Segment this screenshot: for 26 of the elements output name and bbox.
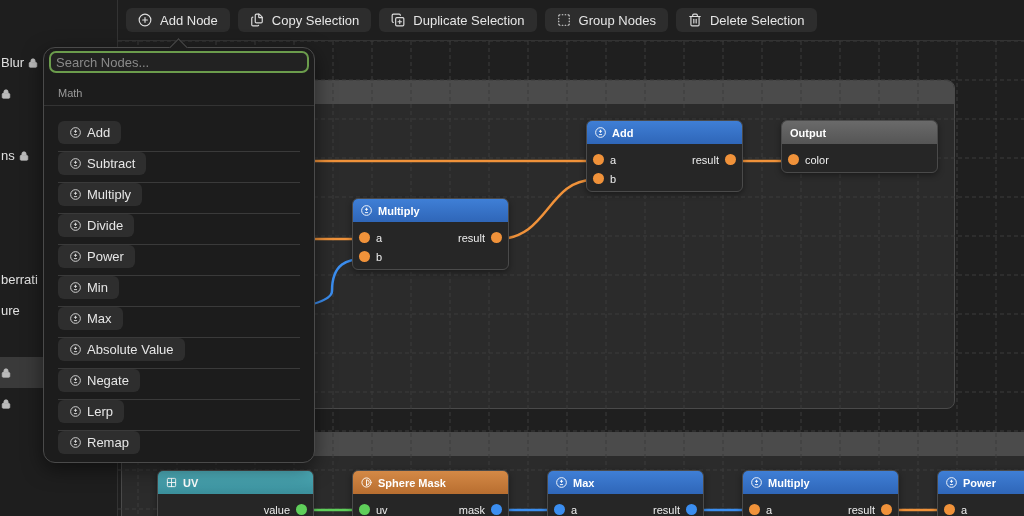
port-label: value	[263, 503, 290, 516]
node-title: Multiply	[768, 476, 810, 489]
port-label: a	[961, 503, 968, 516]
node-title: Max	[573, 476, 595, 489]
port-label: a	[610, 153, 617, 166]
sidebar-item-label: Blur	[1, 55, 25, 70]
port-label: result	[458, 231, 485, 244]
port-label: result	[848, 503, 875, 516]
port-label: color	[805, 153, 829, 166]
section-header: Math	[44, 73, 314, 106]
node-title: Multiply	[378, 204, 420, 217]
port-label: uv	[376, 503, 388, 516]
node-title: Output	[790, 126, 827, 139]
port-label: mask	[458, 503, 485, 516]
port-label: a	[571, 503, 578, 516]
node-title: Add	[612, 126, 634, 139]
sidebar-item-label: ns	[1, 148, 15, 163]
port-label: a	[766, 503, 773, 516]
port-label: result	[692, 153, 719, 166]
node-title: Sphere Mask	[378, 476, 446, 489]
node-title: UV	[183, 476, 199, 489]
port-label: b	[610, 172, 617, 185]
port-label: result	[653, 503, 680, 516]
node-title: Power	[963, 476, 996, 489]
port-label: a	[376, 231, 383, 244]
port-label: b	[376, 250, 383, 263]
